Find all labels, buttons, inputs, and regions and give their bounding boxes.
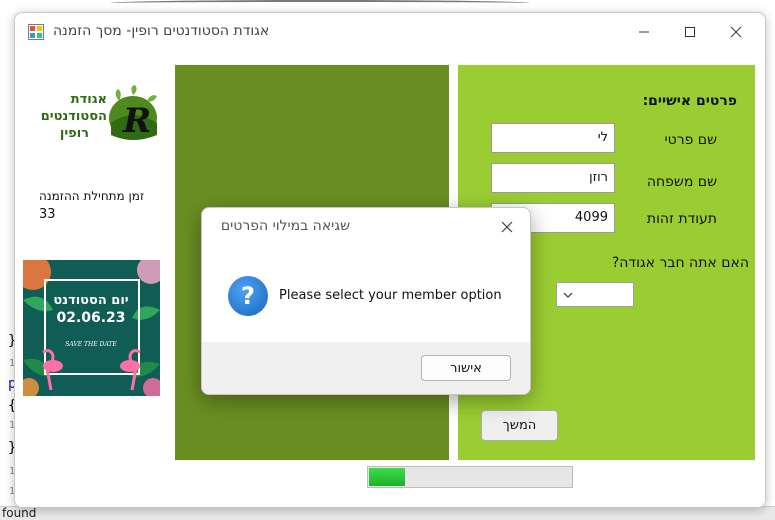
last-name-label: שם משפחה — [646, 174, 717, 190]
elapsed-time-value: 33 — [39, 207, 56, 222]
dropdown-arrow[interactable] — [559, 285, 577, 304]
maximize-button[interactable] — [667, 13, 713, 51]
first-name-field[interactable]: לי — [491, 123, 615, 153]
elapsed-time-label: זמן מתחילת ההזמנה — [39, 189, 145, 203]
poster-title: יום הסטודנט — [53, 293, 128, 308]
logo-letter: R — [122, 101, 151, 141]
continue-button[interactable]: המשך — [481, 410, 558, 441]
last-name-field[interactable]: רוזן — [491, 163, 615, 193]
id-number-label: תעודת זהות — [646, 211, 717, 227]
event-poster-image: יום הסטודנט 02.06.23 SAVE THE DATE — [23, 260, 160, 396]
background-scribble — [110, 0, 530, 6]
dialog-close-button[interactable] — [496, 217, 518, 237]
member-question-label: האם אתה חבר אגודה? — [611, 255, 749, 271]
logo-text-line3: רופין — [60, 126, 89, 141]
window-title: אגודת הסטודנטים רופין- מסך הזמנה — [53, 23, 270, 39]
personal-details-heading: פרטים אישיים: — [642, 93, 737, 109]
question-icon: ? — [228, 276, 268, 316]
ok-button[interactable]: אישור — [421, 355, 511, 381]
logo-text-line1: אגודת — [71, 92, 107, 107]
booking-progress-bar — [367, 466, 573, 488]
minimize-icon — [639, 31, 649, 33]
title-bar[interactable]: אגודת הסטודנטים רופין- מסך הזמנה — [15, 13, 765, 51]
chevron-down-icon — [563, 292, 573, 298]
progress-fill — [369, 468, 405, 486]
app-icon — [28, 24, 44, 40]
poster-date: 02.06.23 — [56, 310, 125, 326]
error-dialog: שגיאה במילוי הפרטים ? Please select your… — [201, 207, 531, 395]
dialog-footer: אישור — [202, 342, 530, 394]
close-icon — [730, 26, 742, 38]
member-option-select[interactable] — [556, 282, 634, 307]
background-found-text: found — [2, 506, 37, 520]
minimize-button[interactable] — [621, 13, 667, 51]
dialog-title: שגיאה במילוי הפרטים — [220, 218, 350, 234]
maximize-icon — [685, 27, 695, 37]
close-button[interactable] — [713, 13, 759, 51]
student-union-logo: R אגודת הסטודנטים רופין — [41, 85, 157, 141]
background-status-bar — [0, 506, 775, 520]
close-icon — [501, 221, 513, 233]
logo-text-line2: הסטודנטים — [41, 109, 107, 124]
poster-save-the-date: SAVE THE DATE — [65, 341, 117, 348]
dialog-message: Please select your member option — [279, 288, 502, 303]
first-name-label: שם פרטי — [664, 132, 717, 148]
